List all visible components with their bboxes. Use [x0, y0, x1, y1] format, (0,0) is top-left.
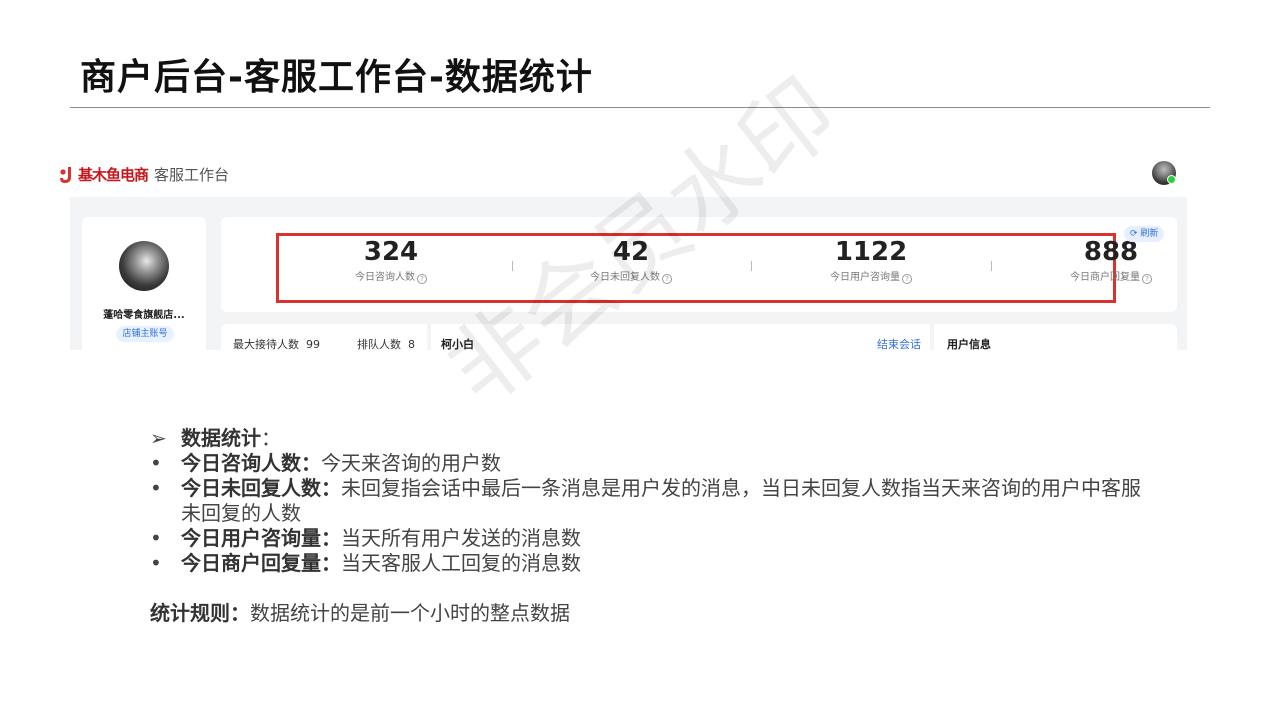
stat-divider: [751, 261, 752, 271]
account-badge: 店铺主账号: [116, 326, 174, 342]
workspace-panels: 最大接待人数 99 排队人数 8 柯小白 结束会话 用户信息: [221, 324, 1177, 350]
app-screenshot: 基木鱼电商 客服工作台 蓬哈零食旗舰店... 店铺主账号 324 今日咨询人数?…: [54, 155, 1194, 350]
note-item: • 今日咨询人数：今天来咨询的用户数: [150, 451, 501, 475]
help-icon[interactable]: ?: [662, 274, 672, 284]
stat-label: 今日用户咨询量: [830, 272, 900, 283]
online-status-icon: [1167, 175, 1176, 184]
stat-user-messages: 1122 今日用户咨询量?: [761, 237, 981, 285]
stat-value: 888: [1083, 237, 1139, 267]
stat-label: 今日商户回复量: [1070, 272, 1140, 283]
shop-card: 蓬哈零食旗舰店... 店铺主账号: [82, 217, 206, 350]
stat-divider: [991, 261, 992, 271]
note-item: • 今日用户咨询量：当天所有用户发送的消息数: [150, 526, 581, 550]
shop-name: 蓬哈零食旗舰店...: [103, 310, 185, 321]
stat-label: 今日咨询人数: [355, 272, 415, 283]
end-chat-button[interactable]: 结束会话: [877, 338, 921, 350]
stats-rule: 统计规则：数据统计的是前一个小时的整点数据: [150, 601, 570, 625]
stat-label: 今日未回复人数: [590, 272, 660, 283]
help-icon[interactable]: ?: [1142, 274, 1152, 284]
arrow-bullet-icon: ➢: [150, 426, 167, 450]
stat-value: 42: [612, 237, 650, 267]
refresh-label: 刷新: [1140, 229, 1159, 239]
bullet-icon: •: [150, 451, 162, 475]
refresh-icon: ⟳: [1130, 229, 1138, 239]
panel-separator: [427, 324, 431, 350]
stat-value: 1122: [834, 237, 908, 267]
bullet-icon: •: [150, 526, 162, 550]
bullet-icon: •: [150, 476, 162, 500]
note-item: • 今日商户回复量：当天客服人工回复的消息数: [150, 551, 581, 575]
stat-unreplied-users: 42 今日未回复人数?: [521, 237, 741, 285]
bullet-icon: •: [150, 551, 162, 575]
help-icon[interactable]: ?: [417, 274, 427, 284]
help-icon[interactable]: ?: [902, 274, 912, 284]
notes-heading: ➢ 数据统计：: [150, 426, 281, 450]
note-item: • 今日未回复人数：未回复指会话中最后一条消息是用户发的消息，当日未回复人数指当天…: [150, 476, 1141, 525]
max-reception: 最大接待人数 99: [233, 338, 320, 350]
user-info-title: 用户信息: [947, 338, 991, 350]
title-divider: [70, 107, 1210, 108]
panel-separator: [930, 324, 934, 350]
refresh-button[interactable]: ⟳ 刷新: [1124, 226, 1165, 242]
stat-consult-users: 324 今日咨询人数?: [281, 237, 501, 285]
notes-section: ➢ 数据统计： • 今日咨询人数：今天来咨询的用户数 • 今日未回复人数：未回复指会话…: [150, 426, 1160, 626]
brand-name: 基木鱼电商: [78, 166, 149, 184]
chat-customer-name: 柯小白: [441, 338, 474, 350]
app-topbar: 基木鱼电商 客服工作台: [54, 155, 1194, 197]
stat-divider: [512, 261, 513, 271]
stat-value: 324: [363, 237, 419, 267]
stats-card: 324 今日咨询人数? 42 今日未回复人数? 1122 今日用户咨询量? 88…: [221, 217, 1177, 312]
shop-avatar[interactable]: [119, 241, 169, 291]
brand-logo-icon: [60, 167, 71, 183]
workspace-name: 客服工作台: [154, 166, 230, 184]
queue-count: 排队人数 8: [357, 338, 415, 350]
stat-merchant-replies: 888 今日商户回复量?: [1001, 237, 1194, 285]
slide-title: 商户后台-客服工作台-数据统计: [80, 57, 593, 98]
